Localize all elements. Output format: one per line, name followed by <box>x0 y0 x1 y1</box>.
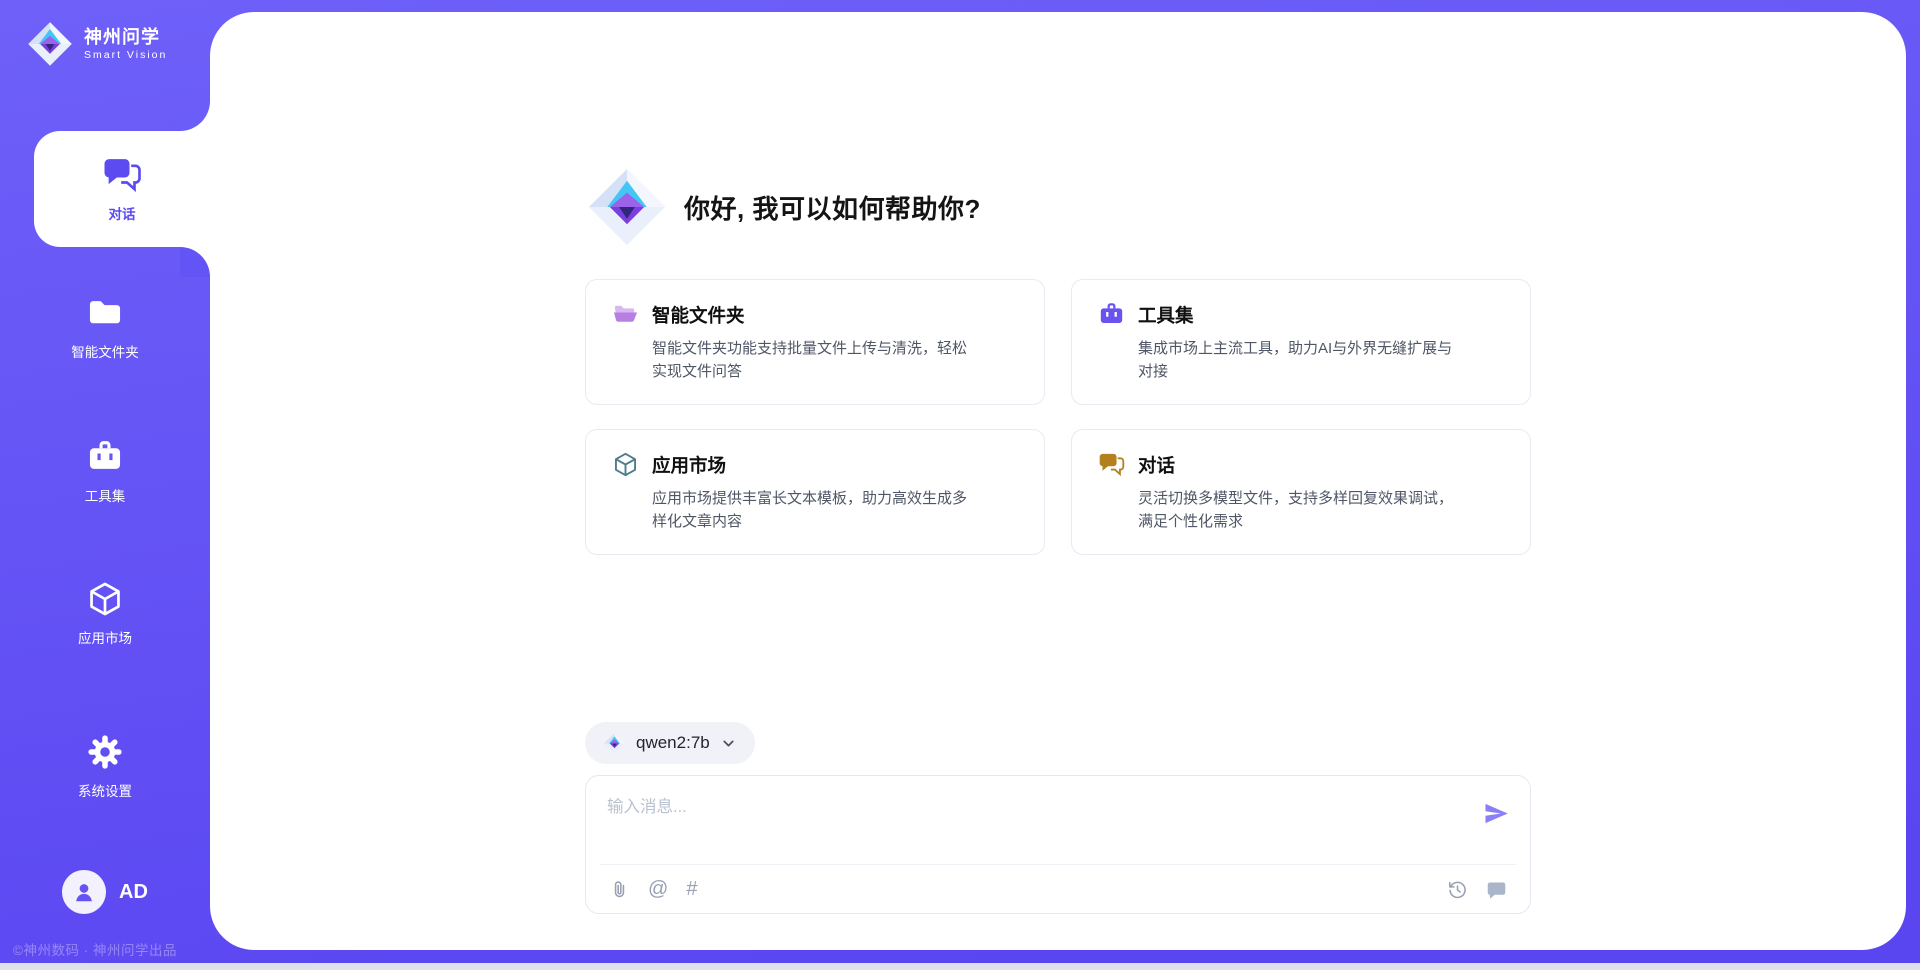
brand[interactable]: 神州问学 Smart Vision <box>26 20 167 68</box>
sidebar-item-settings[interactable]: 系统设置 <box>0 733 210 800</box>
toolbox-icon <box>1098 301 1125 328</box>
user-name: AD <box>119 881 148 904</box>
gear-icon <box>86 733 124 771</box>
sidebar: 神州问学 Smart Vision 对话 智能文件夹 工具集 应用市场 系统设置 <box>0 0 210 970</box>
card-header: 应用市场 <box>612 451 1018 478</box>
horizontal-scrollbar[interactable] <box>0 963 1920 970</box>
folder-icon <box>86 294 124 332</box>
active-tab-bottom-fillet <box>180 247 210 277</box>
card-title: 工具集 <box>1138 302 1194 328</box>
greeting: 你好, 我可以如何帮助你? <box>585 165 1531 249</box>
card-chat[interactable]: 对话 灵活切换多模型文件，支持多样回复效果调试，满足个性化需求 <box>1071 429 1531 555</box>
chat-icon <box>1098 451 1125 478</box>
model-selector[interactable]: qwen2:7b <box>585 722 755 764</box>
message-input[interactable] <box>586 776 1530 848</box>
sidebar-item-label: 对话 <box>109 203 136 223</box>
card-toolset[interactable]: 工具集 集成市场上主流工具，助力AI与外界无缝扩展与对接 <box>1071 279 1531 405</box>
chevron-down-icon <box>720 735 737 752</box>
sidebar-item-toolset[interactable]: 工具集 <box>0 438 210 505</box>
feature-cards: 智能文件夹 智能文件夹功能支持批量文件上传与清洗，轻松实现文件问答 工具集 集成… <box>585 279 1531 555</box>
composer-toolbar: @ # <box>600 864 1516 913</box>
card-description: 灵活切换多模型文件，支持多样回复效果调试，满足个性化需求 <box>1138 487 1454 533</box>
greeting-title: 你好, 我可以如何帮助你? <box>684 189 981 226</box>
active-tab-top-fillet <box>180 101 210 131</box>
history-icon[interactable] <box>1447 879 1468 900</box>
brand-name: 神州问学 <box>84 27 167 48</box>
message-composer: @ # <box>585 775 1531 914</box>
card-smart-folder[interactable]: 智能文件夹 智能文件夹功能支持批量文件上传与清洗，轻松实现文件问答 <box>585 279 1045 405</box>
copyright: ©神州数码 · 神州问学出品 <box>13 939 177 959</box>
chat-icon <box>102 155 142 195</box>
avatar <box>62 870 106 914</box>
card-title: 智能文件夹 <box>652 302 745 328</box>
user-avatar-icon <box>71 879 97 905</box>
card-header: 对话 <box>1098 451 1504 478</box>
composer-tools-left: @ # <box>609 879 697 900</box>
main-panel: 你好, 我可以如何帮助你? 智能文件夹 智能文件夹功能支持批量文件上传与清洗，轻… <box>210 12 1906 950</box>
paperclip-icon[interactable] <box>609 879 630 900</box>
card-title: 对话 <box>1138 452 1175 478</box>
composer-tools-right <box>1447 879 1507 900</box>
chat-bubble-icon[interactable] <box>1486 879 1507 900</box>
content: 你好, 我可以如何帮助你? 智能文件夹 智能文件夹功能支持批量文件上传与清洗，轻… <box>585 12 1531 914</box>
card-description: 应用市场提供丰富长文本模板，助力高效生成多样化文章内容 <box>652 487 968 533</box>
hash-icon[interactable]: # <box>686 879 697 899</box>
card-header: 智能文件夹 <box>612 301 1018 328</box>
sidebar-item-chat[interactable]: 对话 <box>34 131 210 247</box>
sidebar-item-smart-folder[interactable]: 智能文件夹 <box>0 294 210 361</box>
user-account[interactable]: AD <box>0 870 210 914</box>
sidebar-item-label: 应用市场 <box>78 627 132 647</box>
cube-icon <box>86 580 124 618</box>
sidebar-item-label: 系统设置 <box>78 780 132 800</box>
folder-icon <box>612 301 639 328</box>
model-name: qwen2:7b <box>636 733 710 753</box>
greeting-diamond-logo-icon <box>585 165 669 249</box>
sidebar-item-label: 智能文件夹 <box>71 341 139 361</box>
diamond-logo-icon <box>603 732 626 755</box>
toolbox-icon <box>86 438 124 476</box>
sidebar-item-label: 工具集 <box>85 485 126 505</box>
card-title: 应用市场 <box>652 452 726 478</box>
card-description: 智能文件夹功能支持批量文件上传与清洗，轻松实现文件问答 <box>652 337 968 383</box>
sidebar-item-app-market[interactable]: 应用市场 <box>0 580 210 647</box>
brand-text: 神州问学 Smart Vision <box>84 27 167 62</box>
cube-icon <box>612 451 639 478</box>
send-icon[interactable] <box>1483 800 1510 827</box>
card-description: 集成市场上主流工具，助力AI与外界无缝扩展与对接 <box>1138 337 1454 383</box>
brand-diamond-logo-icon <box>26 20 74 68</box>
mention-icon[interactable]: @ <box>648 879 668 899</box>
card-app-market[interactable]: 应用市场 应用市场提供丰富长文本模板，助力高效生成多样化文章内容 <box>585 429 1045 555</box>
brand-subtitle: Smart Vision <box>84 49 167 61</box>
card-header: 工具集 <box>1098 301 1504 328</box>
